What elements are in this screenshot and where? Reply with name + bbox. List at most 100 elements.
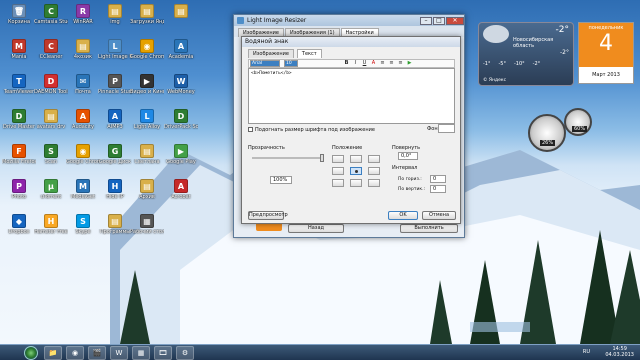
desktop-icon[interactable]: W WebMoney <box>164 74 198 95</box>
desktop-icon[interactable]: H Hide IP <box>98 179 132 200</box>
position-cell[interactable] <box>350 179 362 187</box>
desktop-icon[interactable]: T TeamViewer <box>2 74 36 95</box>
position-cell[interactable] <box>350 167 362 175</box>
run-button[interactable]: Выполнить <box>400 224 458 233</box>
desktop-icon[interactable]: G Google Диск <box>98 144 132 165</box>
font-color-icon[interactable]: A <box>370 60 377 67</box>
desktop-icon[interactable]: ▤ Архив <box>130 179 164 200</box>
desktop-icon[interactable]: C CCleaner <box>34 39 68 60</box>
app-icon: C <box>44 39 58 53</box>
desktop-icon[interactable]: ▶ Видео и Кино <box>130 74 164 95</box>
size-select[interactable]: 10 <box>284 60 298 67</box>
desktop-icon[interactable]: A AIMP3 <box>98 109 132 130</box>
desktop-icon[interactable]: F Mozilla Firefox <box>2 144 36 165</box>
position-cell[interactable] <box>332 155 344 163</box>
auto-size-checkbox[interactable] <box>248 127 253 132</box>
desktop-icon[interactable]: ▤Загрузки Яндекс <box>130 4 164 25</box>
rotate-input[interactable]: 0,0° <box>398 152 418 160</box>
auto-size-option[interactable]: Подогнать размер шрифта под изображение <box>248 127 375 133</box>
transparency-input[interactable]: 100% <box>270 176 292 184</box>
align-center-icon[interactable]: ≡ <box>388 60 395 67</box>
cancel-button[interactable]: Отмена <box>422 211 456 220</box>
desktop-icon[interactable]: ▤ <box>164 4 198 19</box>
taskbar-app[interactable]: 📁 <box>44 345 62 360</box>
slider-thumb[interactable] <box>320 154 324 162</box>
desktop-icon[interactable]: ◉Google Chrome <box>66 144 100 165</box>
desktop-icon-label: TeamViewer <box>3 89 35 95</box>
taskbar-app[interactable]: ◉ <box>66 345 84 360</box>
ok-button[interactable]: OK <box>388 211 418 220</box>
desktop-icon[interactable]: ▤ Светлана <box>130 144 164 165</box>
desktop-icon[interactable]: R WinRAR <box>66 4 100 25</box>
taskbar-app[interactable]: 🎞 <box>154 345 172 360</box>
preview-button[interactable]: Предпросмотр <box>248 211 288 220</box>
align-left-icon[interactable]: ≡ <box>379 60 386 67</box>
desktop-icon[interactable]: ▤ img <box>98 4 132 25</box>
window-titlebar[interactable]: Light Image Resizer – □ ✕ <box>234 15 464 26</box>
color-swatch[interactable] <box>438 124 455 133</box>
desktop-icon[interactable]: M MediaGet <box>66 179 100 200</box>
close-button[interactable]: ✕ <box>446 16 464 25</box>
desktop-icon[interactable]: LLight Image Resizer <box>98 39 132 60</box>
vert-input[interactable]: 0 <box>430 185 446 193</box>
desktop-icon[interactable]: A Audacity <box>66 109 100 130</box>
watermark-text-editor[interactable]: <b>Пометить</b> <box>248 68 455 124</box>
desktop-icon[interactable]: ▤ 4козик <box>66 39 100 60</box>
transparency-slider[interactable] <box>252 154 324 162</box>
system-tray[interactable]: RU 14:59 04.03.2013 <box>583 346 634 358</box>
maximize-button[interactable]: □ <box>433 16 445 25</box>
underline-button[interactable]: U <box>361 60 368 67</box>
minimize-button[interactable]: – <box>420 16 432 25</box>
desktop-icon-label: avatars drv <box>36 124 66 130</box>
desktop-icon[interactable]: A Academia <box>164 39 198 60</box>
horiz-input[interactable]: 0 <box>430 175 446 183</box>
desktop-icon[interactable]: S Skype <box>66 214 100 235</box>
app-icon: ▶ <box>140 74 154 88</box>
watermark-dialog[interactable]: Водяной знак Изображение Текст Arial 10 … <box>241 36 461 224</box>
position-cell[interactable] <box>368 179 380 187</box>
desktop-icon[interactable]: S Scan <box>34 144 68 165</box>
desktop-icon[interactable]: H Hamster Free <box>34 214 68 235</box>
desktop-icon[interactable]: ▤ Программы <box>98 214 132 235</box>
position-cell[interactable] <box>332 179 344 187</box>
desktop-icon[interactable]: L Light Alloy <box>130 109 164 130</box>
position-cell[interactable] <box>350 155 362 163</box>
taskbar-app[interactable]: W <box>110 345 128 360</box>
ok-label: OK <box>399 212 407 218</box>
align-right-icon[interactable]: ≡ <box>397 60 404 67</box>
desktop-icon[interactable]: ▤ avatars drv <box>34 109 68 130</box>
taskbar-app[interactable]: ▦ <box>132 345 150 360</box>
desktop-icon[interactable]: µ uTorrent <box>34 179 68 200</box>
desktop-icon[interactable]: CCamtasia Studio 7 <box>34 4 68 25</box>
position-cell[interactable] <box>368 155 380 163</box>
bold-button[interactable]: B <box>343 60 350 67</box>
position-cell[interactable] <box>332 167 344 175</box>
desktop-icon[interactable]: ▶ Google Play <box>164 144 198 165</box>
back-button[interactable]: Назад <box>288 224 344 233</box>
desktop-icon[interactable]: ✉ Почта <box>66 74 100 95</box>
font-select[interactable]: Arial <box>250 60 280 67</box>
tab-wm-image[interactable]: Изображение <box>248 49 294 58</box>
desktop-icon[interactable]: ◆ Dropbox <box>2 214 36 235</box>
desktop-icon[interactable]: D Drive Master <box>2 109 36 130</box>
desktop-icon[interactable]: A Acrobat <box>164 179 198 200</box>
language-indicator[interactable]: RU <box>583 349 590 355</box>
cpu-gadget[interactable]: 26% 60% <box>528 108 600 156</box>
desktop-icon[interactable]: 🗑 Корзина <box>2 4 36 25</box>
taskbar-app[interactable]: 🎬 <box>88 345 106 360</box>
italic-button[interactable]: I <box>352 60 359 67</box>
taskbar-app[interactable]: ⚙ <box>176 345 194 360</box>
calendar-gadget[interactable]: понедельник 4 Март 2013 <box>578 22 634 84</box>
desktop-icon[interactable]: P Photo <box>2 179 36 200</box>
start-button[interactable] <box>24 345 38 360</box>
desktop-icon[interactable]: ▦ Рабочий стол <box>130 214 164 235</box>
desktop-icon[interactable]: ◉Google Chrome <box>130 39 164 60</box>
position-cell[interactable] <box>368 167 380 175</box>
desktop-icon[interactable]: PPinnacle Studio <box>98 74 132 95</box>
play-icon[interactable]: ▶ <box>406 60 413 67</box>
desktop-icon[interactable]: DDAEMON Tools Lite <box>34 74 68 95</box>
desktop-icon[interactable]: DDriverPack Solution <box>164 109 198 130</box>
desktop-icon[interactable]: M Mania <box>2 39 36 60</box>
tab-wm-text[interactable]: Текст <box>296 49 322 58</box>
weather-gadget[interactable]: -2° Новосибирская область -2° -1° -5° -10°… <box>478 22 574 86</box>
